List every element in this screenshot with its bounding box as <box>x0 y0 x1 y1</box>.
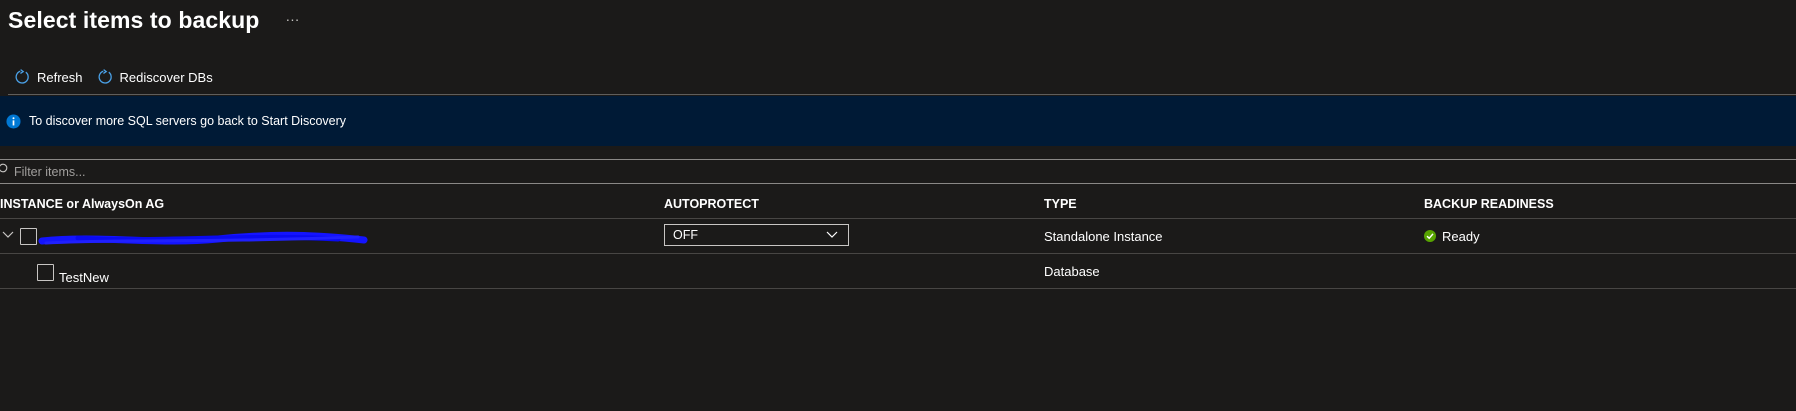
readiness-label: Ready <box>1442 228 1480 244</box>
toolbar-divider <box>8 94 1796 95</box>
filter-input[interactable] <box>12 163 616 180</box>
refresh-icon <box>98 69 112 84</box>
title-row: Select items to backup ··· <box>8 0 299 40</box>
refresh-icon <box>15 69 29 84</box>
backup-items-page: Select items to backup ··· Refresh Redis… <box>0 0 1796 411</box>
column-header-backup-readiness[interactable]: BACKUP READINESS <box>1424 190 1554 218</box>
more-options-button[interactable]: ··· <box>285 11 299 27</box>
info-banner: To discover more SQL servers go back to … <box>0 96 1796 146</box>
column-header-autoprotect[interactable]: AUTOPROTECT <box>664 190 759 218</box>
autoprotect-value: OFF <box>673 228 698 242</box>
rediscover-dbs-button[interactable]: Rediscover DBs <box>97 69 213 85</box>
chevron-down-icon <box>826 231 838 238</box>
refresh-label: Refresh <box>37 69 83 85</box>
type-cell: Standalone Instance <box>1044 228 1163 244</box>
column-header-instance[interactable]: INSTANCE or AlwaysOn AG <box>0 190 164 218</box>
redacted-instance-name <box>38 231 368 245</box>
toolbar: Refresh Rediscover DBs <box>14 64 227 90</box>
rediscover-dbs-label: Rediscover DBs <box>119 69 213 85</box>
column-header-type[interactable]: TYPE <box>1044 190 1077 218</box>
type-cell: Database <box>1044 263 1100 279</box>
table-row[interactable]: OFF Standalone Instance Ready <box>0 219 1796 254</box>
autoprotect-dropdown[interactable]: OFF <box>664 224 849 246</box>
row-checkbox[interactable] <box>37 264 54 281</box>
table-row[interactable]: TestNew Database <box>0 254 1796 289</box>
search-icon <box>0 163 8 173</box>
row-checkbox[interactable] <box>20 228 37 245</box>
chevron-down-icon[interactable] <box>2 231 14 239</box>
refresh-button[interactable]: Refresh <box>14 69 83 85</box>
database-name: TestNew <box>59 270 109 285</box>
page-title: Select items to backup <box>8 6 260 33</box>
filter-box <box>0 159 1796 184</box>
check-circle-icon <box>1424 230 1436 242</box>
grid-header: INSTANCE or AlwaysOn AG AUTOPROTECT TYPE… <box>0 190 1796 219</box>
info-icon <box>6 113 21 129</box>
info-banner-text: To discover more SQL servers go back to … <box>29 114 347 128</box>
backup-readiness-cell: Ready <box>1424 219 1480 253</box>
